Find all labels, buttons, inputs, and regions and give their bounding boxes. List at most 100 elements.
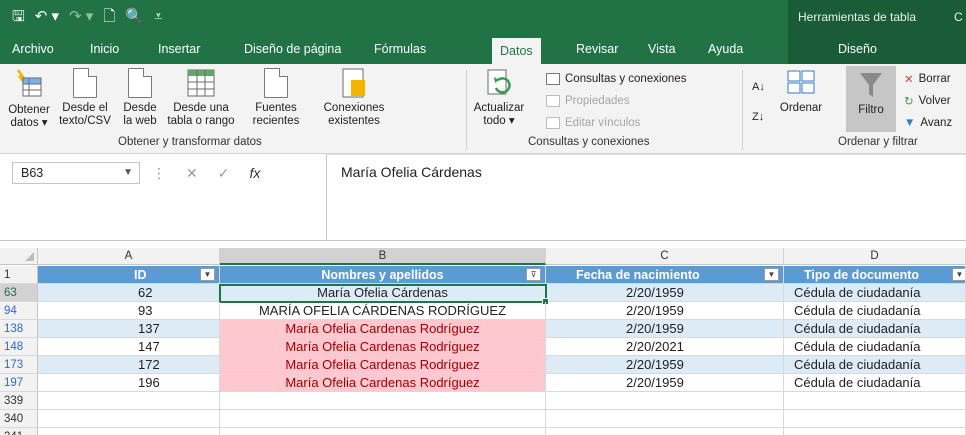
cell-doctype[interactable]: Cédula de ciudadanía	[784, 320, 966, 338]
sort-button[interactable]: Ordenar	[776, 68, 826, 115]
filter-dropdown-icon[interactable]: ▼	[200, 268, 215, 281]
name-box[interactable]: B63 ▼	[12, 162, 140, 184]
row-number[interactable]: 148	[0, 338, 38, 356]
cell-birthdate[interactable]: 2/20/1959	[546, 374, 784, 392]
row-number[interactable]: 1	[0, 266, 38, 284]
tab-insertar[interactable]: Insertar	[150, 34, 208, 64]
tab-inicio[interactable]: Inicio	[82, 34, 127, 64]
cell-doctype[interactable]: Cédula de ciudadanía	[784, 284, 966, 302]
refresh-all-button[interactable]: Actualizar todo ▾	[470, 68, 528, 128]
column-header-b[interactable]: B	[220, 248, 546, 265]
redo-icon[interactable]: ↷ ▾	[69, 4, 93, 30]
cancel-icon[interactable]: ✕	[186, 165, 198, 182]
cell-name[interactable]: MARÍA OFELIA CÁRDENAS RODRÍGUEZ	[220, 302, 546, 320]
header-cell-doctype[interactable]: Tipo de documento ▼	[784, 266, 966, 284]
column-header-a[interactable]: A	[38, 248, 220, 265]
cell-doctype[interactable]: Cédula de ciudadanía	[784, 374, 966, 392]
tab-ayuda[interactable]: Ayuda	[700, 34, 751, 64]
row-number[interactable]: 94	[0, 302, 38, 320]
column-header-c[interactable]: C	[546, 248, 784, 265]
cell-doctype[interactable]: Cédula de ciudadanía	[784, 302, 966, 320]
tab-diseno-pagina[interactable]: Diseño de página	[236, 34, 349, 64]
ribbon-datos: Obtener datos ▾ Desde el texto/CSV Desde…	[0, 64, 966, 154]
tab-revisar[interactable]: Revisar	[568, 34, 626, 64]
empty-cell[interactable]	[38, 428, 220, 435]
customize-qat-icon[interactable]: ⩡	[154, 4, 162, 30]
row-number[interactable]: 138	[0, 320, 38, 338]
row-number[interactable]: 173	[0, 356, 38, 374]
cell-birthdate[interactable]: 2/20/1959	[546, 302, 784, 320]
row-number[interactable]: 341	[0, 428, 38, 435]
row-number[interactable]: 197	[0, 374, 38, 392]
save-icon[interactable]: 🖫	[12, 4, 25, 30]
existing-connections-button[interactable]: Conexiones existentes	[318, 68, 390, 128]
cell-name[interactable]: María Ofelia Cardenas Rodríguez	[220, 356, 546, 374]
cell-name[interactable]: María Ofelia Cardenas Rodríguez	[220, 374, 546, 392]
insert-function-icon[interactable]: fx	[249, 165, 260, 181]
cell-name[interactable]: María Ofelia Cárdenas	[220, 284, 546, 302]
empty-cell[interactable]	[546, 410, 784, 428]
properties-button[interactable]: Propiedades	[546, 92, 630, 110]
empty-cell[interactable]	[784, 428, 966, 435]
row-number[interactable]: 339	[0, 392, 38, 410]
empty-cell[interactable]	[220, 392, 546, 410]
sort-az-button[interactable]: A↓	[752, 78, 765, 96]
filter-button[interactable]: Filtro	[846, 66, 896, 132]
tab-datos[interactable]: Datos	[492, 38, 541, 64]
from-text-csv-button[interactable]: Desde el texto/CSV	[54, 68, 116, 128]
cell-doctype[interactable]: Cédula de ciudadanía	[784, 356, 966, 374]
column-header-d[interactable]: D	[784, 248, 966, 265]
cell-id[interactable]: 93	[38, 302, 220, 320]
new-file-icon[interactable]: 🗋	[103, 4, 115, 30]
cell-id[interactable]: 62	[38, 284, 220, 302]
cell-birthdate[interactable]: 2/20/2021	[546, 338, 784, 356]
tab-formulas[interactable]: Fórmulas	[366, 34, 434, 64]
from-table-range-button[interactable]: Desde una tabla o rango	[164, 68, 238, 128]
formula-input[interactable]: María Ofelia Cárdenas	[326, 154, 966, 240]
empty-cell[interactable]	[220, 410, 546, 428]
undo-icon[interactable]: ↶ ▾	[35, 4, 59, 30]
empty-cell[interactable]	[784, 392, 966, 410]
header-cell-birthdate[interactable]: Fecha de nacimiento ▼	[546, 266, 784, 284]
enter-check-icon[interactable]: ✓	[218, 165, 230, 182]
edit-links-button[interactable]: Editar vínculos	[546, 114, 640, 132]
clear-filter-button[interactable]: ✕ Borrar	[904, 70, 951, 88]
chevron-down-icon[interactable]: ▼	[123, 163, 133, 183]
empty-cell[interactable]	[546, 428, 784, 435]
header-cell-names[interactable]: Nombres y apellidos ⊽	[220, 266, 546, 284]
empty-cell[interactable]	[38, 410, 220, 428]
empty-cell[interactable]	[546, 392, 784, 410]
select-all-corner[interactable]	[0, 248, 38, 265]
cell-id[interactable]: 172	[38, 356, 220, 374]
cell-id[interactable]: 147	[38, 338, 220, 356]
row-number[interactable]: 340	[0, 410, 38, 428]
cell-birthdate[interactable]: 2/20/1959	[546, 284, 784, 302]
cell-name[interactable]: María Ofelia Cardenas Rodríguez	[220, 338, 546, 356]
tab-archivo[interactable]: Archivo	[4, 34, 62, 64]
header-cell-id[interactable]: ID ▼	[38, 266, 220, 284]
empty-cell[interactable]	[220, 428, 546, 435]
print-preview-icon[interactable]: 🔍	[125, 4, 144, 30]
empty-cell[interactable]	[784, 410, 966, 428]
row-number[interactable]: 63	[0, 284, 38, 302]
get-data-button[interactable]: Obtener datos ▾	[6, 68, 52, 130]
queries-connections-button[interactable]: Consultas y conexiones	[546, 70, 686, 88]
sort-za-button[interactable]: Z↓	[752, 108, 764, 126]
tab-vista[interactable]: Vista	[640, 34, 684, 64]
reapply-filter-button[interactable]: ↻ Volver	[904, 92, 951, 110]
table-row: 197 196 María Ofelia Cardenas Rodríguez …	[0, 374, 966, 392]
cell-id[interactable]: 196	[38, 374, 220, 392]
empty-cell[interactable]	[38, 392, 220, 410]
cell-doctype[interactable]: Cédula de ciudadanía	[784, 338, 966, 356]
advanced-filter-button[interactable]: ▼ Avanz	[904, 114, 952, 132]
active-filter-icon[interactable]: ⊽	[526, 268, 541, 281]
from-web-button[interactable]: Desde la web	[118, 68, 162, 128]
cell-name[interactable]: María Ofelia Cardenas Rodríguez	[220, 320, 546, 338]
cell-birthdate[interactable]: 2/20/1959	[546, 320, 784, 338]
cell-id[interactable]: 137	[38, 320, 220, 338]
recent-sources-button[interactable]: Fuentes recientes	[240, 68, 312, 128]
cell-birthdate[interactable]: 2/20/1959	[546, 356, 784, 374]
filter-dropdown-icon[interactable]: ▼	[764, 268, 779, 281]
filter-dropdown-icon[interactable]: ▼	[952, 268, 965, 281]
tab-diseno[interactable]: Diseño	[788, 34, 966, 64]
